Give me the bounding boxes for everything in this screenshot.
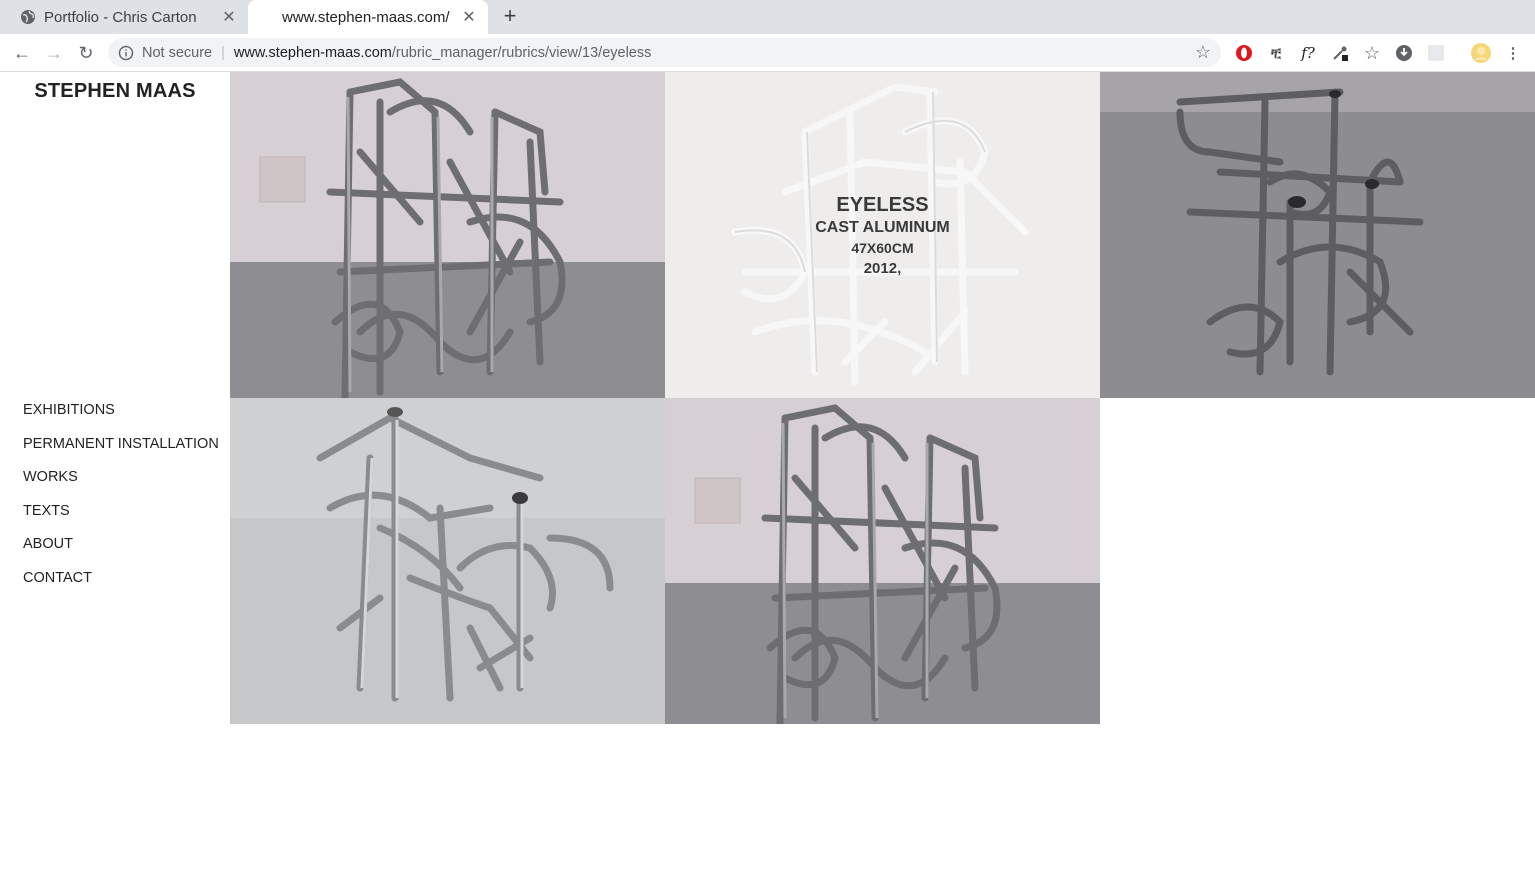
artwork-title: EYELESS [836,194,929,216]
profile-avatar[interactable] [1470,43,1492,63]
url-path: /rubric_manager/rubrics/view/13/eyeless [391,44,652,61]
gallery-image-1[interactable] [230,72,665,398]
globe-icon [21,10,35,24]
tab-portfolio[interactable]: Portfolio - Chris Carton ✕ [8,0,248,34]
address-bar[interactable]: Not secure | www.stephen-maas.com /rubri… [108,38,1221,67]
eyedropper-extension-icon[interactable] [1330,43,1350,63]
nav-contact[interactable]: CONTACT [23,570,219,604]
address-separator: | [221,44,225,61]
url-host: www.stephen-maas.com [233,44,392,61]
tab-title: www.stephen-maas.com/ [282,8,450,26]
close-tab-icon[interactable]: ✕ [220,7,238,27]
security-label: Not secure [142,44,213,61]
artwork-caption: EYELESS CAST ALUMINUM 47X60CM 2012, [665,193,1100,280]
site-nav: EXHIBITIONS PERMANENT INSTALLATION WORKS… [23,402,219,604]
puzzle-extension-icon[interactable] [1426,43,1446,63]
tree-extension-icon[interactable]: ቺ [1266,43,1286,63]
nav-texts[interactable]: TEXTS [23,503,219,537]
gallery-image-3[interactable] [1100,72,1535,398]
browser-menu-icon[interactable]: ⋮ [1503,43,1523,63]
download-icon[interactable] [1394,43,1414,63]
gallery-image-4[interactable] [230,398,665,724]
star-extension-icon[interactable]: ☆ [1362,43,1382,63]
browser-tab-strip: Portfolio - Chris Carton ✕ www.stephen-m… [0,0,1535,34]
tab-stephen-maas[interactable]: www.stephen-maas.com/ ✕ [248,0,488,34]
nav-exhibitions[interactable]: EXHIBITIONS [23,402,219,436]
reload-icon[interactable]: ↻ [75,42,97,64]
forward-arrow-icon[interactable]: → [43,42,65,64]
close-tab-icon[interactable]: ✕ [460,7,478,27]
site-logo[interactable]: STEPHEN MAAS [0,80,230,103]
nav-permanent-installation[interactable]: PERMANENT INSTALLATION [23,436,219,470]
nav-about[interactable]: ABOUT [23,536,219,570]
tab-title: Portfolio - Chris Carton [44,8,197,26]
nav-works[interactable]: WORKS [23,469,219,503]
artwork-year: 2012, [863,260,902,277]
gallery-image-5[interactable] [665,398,1100,724]
new-tab-button[interactable]: + [498,5,522,29]
artwork-dimensions: 47X60CM [851,240,914,256]
opera-extension-icon[interactable] [1234,43,1254,63]
bookmark-star-icon[interactable]: ☆ [1195,42,1211,63]
back-arrow-icon[interactable]: ← [11,42,33,64]
info-icon[interactable] [118,45,134,61]
browser-toolbar: ← → ↻ Not secure | www.stephen-maas.com … [0,34,1535,72]
artwork-medium: CAST ALUMINUM [815,219,950,236]
font-extension-icon[interactable]: f? [1298,43,1318,63]
